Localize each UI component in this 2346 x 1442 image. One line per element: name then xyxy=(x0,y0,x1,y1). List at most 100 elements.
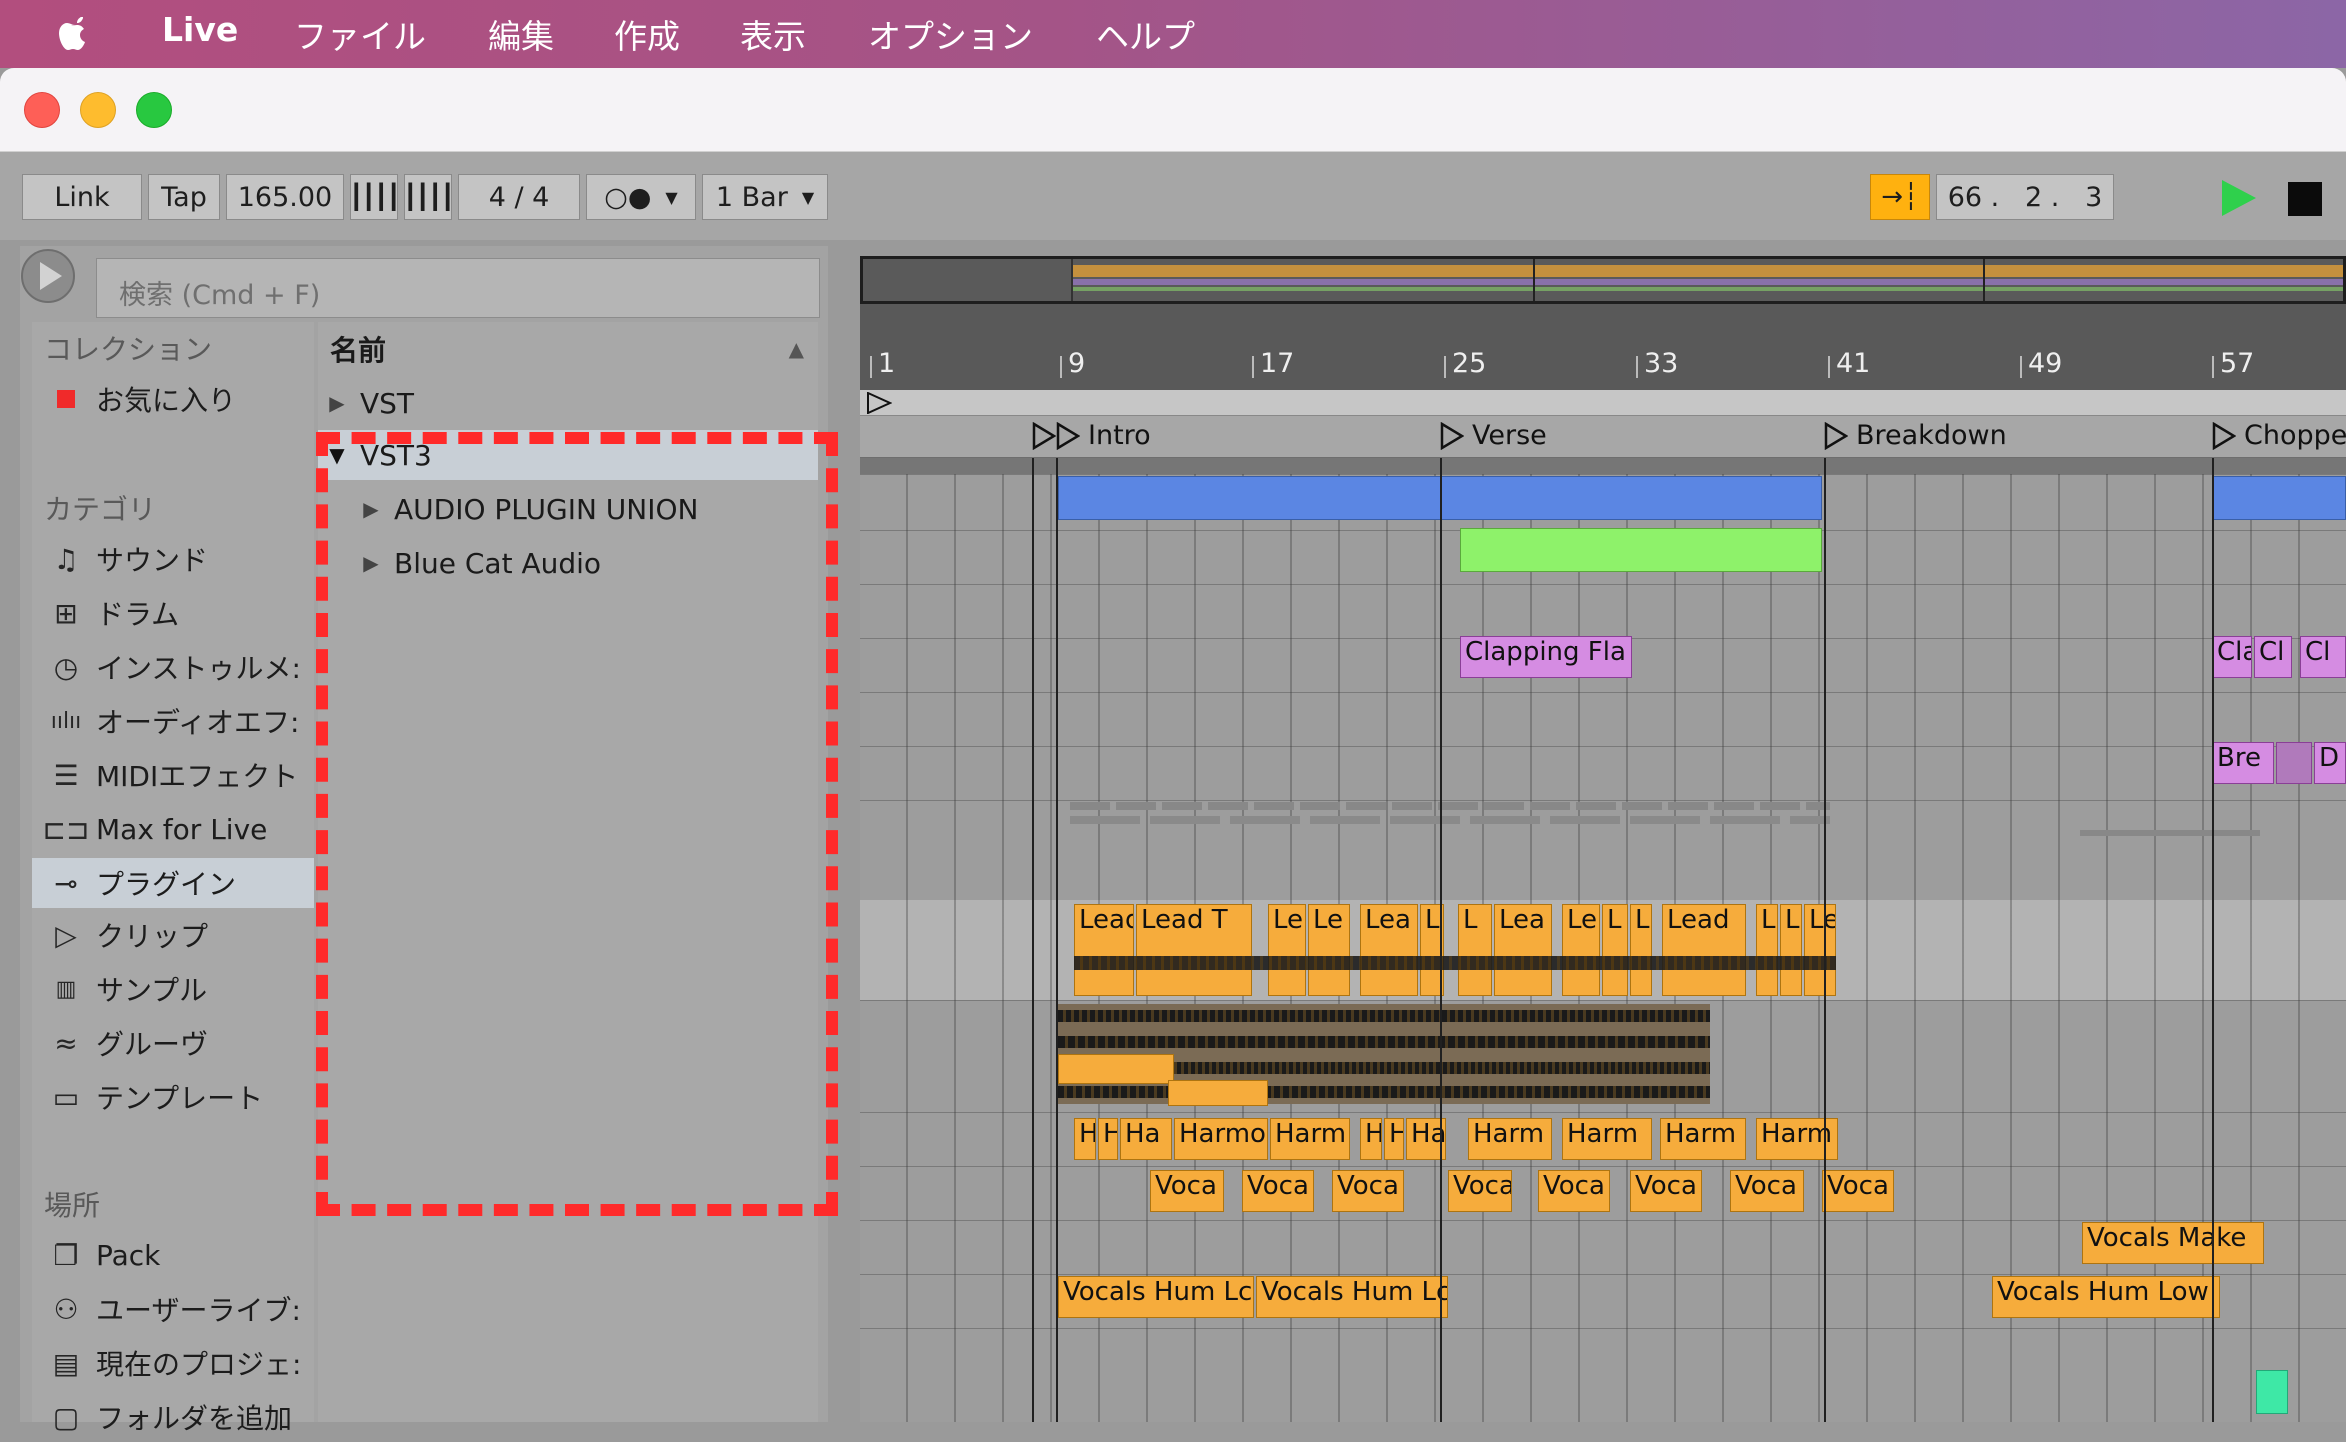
clip-lead[interactable]: Lead T xyxy=(1074,904,1134,996)
clip-lead[interactable]: L xyxy=(1780,904,1802,996)
clip-harmony[interactable]: H xyxy=(1098,1118,1118,1160)
menu-file[interactable]: ファイル xyxy=(294,10,426,58)
minimize-window-button[interactable] xyxy=(80,92,116,128)
teal-clip[interactable] xyxy=(2256,1370,2288,1414)
clip-vocal[interactable]: Voca xyxy=(1150,1170,1224,1212)
clip-harmony[interactable]: Harm xyxy=(1660,1118,1746,1160)
sidebar-item-midi-effects[interactable]: ☰ MIDIエフェクト xyxy=(32,750,314,800)
sidebar-item-user-library[interactable]: ⚇ ユーザーライブ: xyxy=(32,1284,314,1334)
locator-chopped[interactable]: Choppe xyxy=(2244,420,2346,451)
clip-lead[interactable]: Le xyxy=(1308,904,1350,996)
green-clip[interactable] xyxy=(1460,528,1822,572)
tempo-field[interactable]: 165.00 xyxy=(226,174,344,220)
orange-audio-segment[interactable] xyxy=(1058,1054,1174,1084)
clip-vocals-make[interactable]: Vocals Make xyxy=(2082,1222,2264,1264)
menu-view[interactable]: 表示 xyxy=(740,10,806,58)
clip-clap[interactable]: Cl xyxy=(2254,636,2292,678)
orange-audio-segment[interactable] xyxy=(1168,1080,1268,1106)
link-button[interactable]: Link xyxy=(22,174,142,220)
sidebar-item-plugins[interactable]: ⊸ プラグイン xyxy=(32,858,314,908)
sidebar-item-current-project[interactable]: ▤ 現在のプロジェ: xyxy=(32,1338,314,1388)
clip-vocals-hum[interactable]: Vocals Hum Lc xyxy=(1058,1276,1254,1318)
play-icon[interactable] xyxy=(2218,178,2258,218)
sidebar-item-clips[interactable]: ▷ クリップ xyxy=(32,910,314,960)
menu-edit[interactable]: 編集 xyxy=(488,10,554,58)
clip-harmony[interactable]: H xyxy=(1074,1118,1096,1160)
nudge-up-icon[interactable]: ┃┃┃┃ xyxy=(403,174,455,220)
clip-harmony[interactable]: Harm xyxy=(1270,1118,1350,1160)
clip-vocals-hum[interactable]: Vocals Hum Lc xyxy=(1256,1276,1448,1318)
clip-lead[interactable]: Le xyxy=(1268,904,1306,996)
clip-vocal[interactable]: Voca xyxy=(1630,1170,1702,1212)
list-item-vst[interactable]: ▶ VST xyxy=(318,378,818,428)
clip-clap[interactable]: Cla xyxy=(2212,636,2252,678)
clip-harmony[interactable]: Ha xyxy=(1120,1118,1172,1160)
tap-button[interactable]: Tap xyxy=(148,174,220,220)
sidebar-item-favorites[interactable]: お気に入り xyxy=(32,374,314,424)
clip-clapping[interactable]: Clapping Fla xyxy=(1460,636,1632,678)
sidebar-item-add-folder[interactable]: ▢ フォルダを追加 xyxy=(32,1392,314,1442)
clip-lead[interactable]: Lead T xyxy=(1136,904,1252,996)
browser-toggle-icon[interactable] xyxy=(20,248,80,308)
scene-bar[interactable] xyxy=(2212,476,2346,520)
clip-lead[interactable]: L xyxy=(1756,904,1778,996)
locator-icon[interactable] xyxy=(1032,422,1056,450)
sidebar-item-sounds[interactable]: ♫ サウンド xyxy=(32,534,314,584)
sidebar-item-drums[interactable]: ⊞ ドラム xyxy=(32,588,314,638)
locator-icon[interactable] xyxy=(2212,422,2236,450)
close-window-button[interactable] xyxy=(24,92,60,128)
menu-create[interactable]: 作成 xyxy=(614,10,680,58)
follow-icon[interactable]: →┆ xyxy=(1870,174,1930,220)
clip-vocal[interactable]: Voca xyxy=(1538,1170,1610,1212)
sidebar-item-max-for-live[interactable]: ⊏⊐ Max for Live xyxy=(32,804,314,854)
locator-strip[interactable]: Intro Verse Breakdown Choppe xyxy=(860,416,2346,458)
sidebar-item-instruments[interactable]: ◷ インストゥルメ: xyxy=(32,642,314,692)
sidebar-item-packs[interactable]: ❐ Pack xyxy=(32,1230,314,1280)
clip-vocal[interactable]: Voca xyxy=(1822,1170,1894,1212)
nudge-down-icon[interactable]: ┃┃┃┃ xyxy=(349,174,401,220)
stop-icon[interactable] xyxy=(2288,182,2322,216)
song-position-field[interactable]: 66 . 2 . 3 xyxy=(1936,174,2114,220)
clip-lead[interactable]: L xyxy=(1630,904,1652,996)
locator-icon[interactable] xyxy=(1824,422,1848,450)
clip-vocal[interactable]: Voca xyxy=(1332,1170,1404,1212)
clip-lead[interactable]: Le xyxy=(1562,904,1600,996)
clip-harmony[interactable]: H xyxy=(1360,1118,1382,1160)
zoom-window-button[interactable] xyxy=(136,92,172,128)
locator-intro[interactable]: Intro xyxy=(1088,420,1151,451)
clip-lead[interactable]: Lea xyxy=(1360,904,1418,996)
search-input[interactable]: 検索 (Cmd + F) xyxy=(96,258,820,318)
clip-harmony[interactable]: Harm xyxy=(1562,1118,1652,1160)
arrangement-overview[interactable] xyxy=(860,256,2346,304)
clip-lead[interactable]: Le xyxy=(1804,904,1836,996)
clip-lead[interactable]: Lea xyxy=(1494,904,1552,996)
clip-harmony[interactable]: Harmo xyxy=(1174,1118,1268,1160)
loop-strip[interactable] xyxy=(860,390,2346,416)
clip-vocal[interactable]: Voca xyxy=(1448,1170,1512,1212)
clip-break[interactable]: D xyxy=(2314,742,2346,784)
clip-harmony[interactable]: Harm xyxy=(1468,1118,1552,1160)
clip-vocal[interactable]: Voca xyxy=(1730,1170,1804,1212)
quantize-select[interactable]: 1 Bar ▼ xyxy=(702,174,828,220)
clip-lead[interactable]: L xyxy=(1458,904,1492,996)
clip-break-mini[interactable] xyxy=(2276,742,2312,784)
clip-break[interactable]: Bre xyxy=(2212,742,2274,784)
metronome-button[interactable]: ○● ▼ xyxy=(586,174,696,220)
clip-clap[interactable]: Cl xyxy=(2300,636,2346,678)
locator-breakdown[interactable]: Breakdown xyxy=(1856,420,2007,451)
menu-app-name[interactable]: Live xyxy=(162,10,238,49)
locator-verse[interactable]: Verse xyxy=(1472,420,1547,451)
locator-icon[interactable] xyxy=(1440,422,1464,450)
clip-vocals-hum[interactable]: Vocals Hum Low xyxy=(1992,1276,2220,1318)
time-signature-field[interactable]: 4 / 4 xyxy=(458,174,580,220)
sort-ascending-icon[interactable]: ▲ xyxy=(789,337,804,361)
sidebar-item-samples[interactable]: ▥ サンプル xyxy=(32,964,314,1014)
clip-lead[interactable]: Lead xyxy=(1662,904,1746,996)
menu-help[interactable]: ヘルプ xyxy=(1096,10,1195,58)
menu-options[interactable]: オプション xyxy=(868,10,1033,58)
locator-icon[interactable] xyxy=(1056,422,1080,450)
start-marker-icon[interactable] xyxy=(866,392,892,414)
name-column-header[interactable]: 名前 ▲ xyxy=(318,326,818,372)
clip-harmony[interactable]: H xyxy=(1384,1118,1404,1160)
expand-triangle-icon[interactable]: ▶ xyxy=(322,391,352,415)
